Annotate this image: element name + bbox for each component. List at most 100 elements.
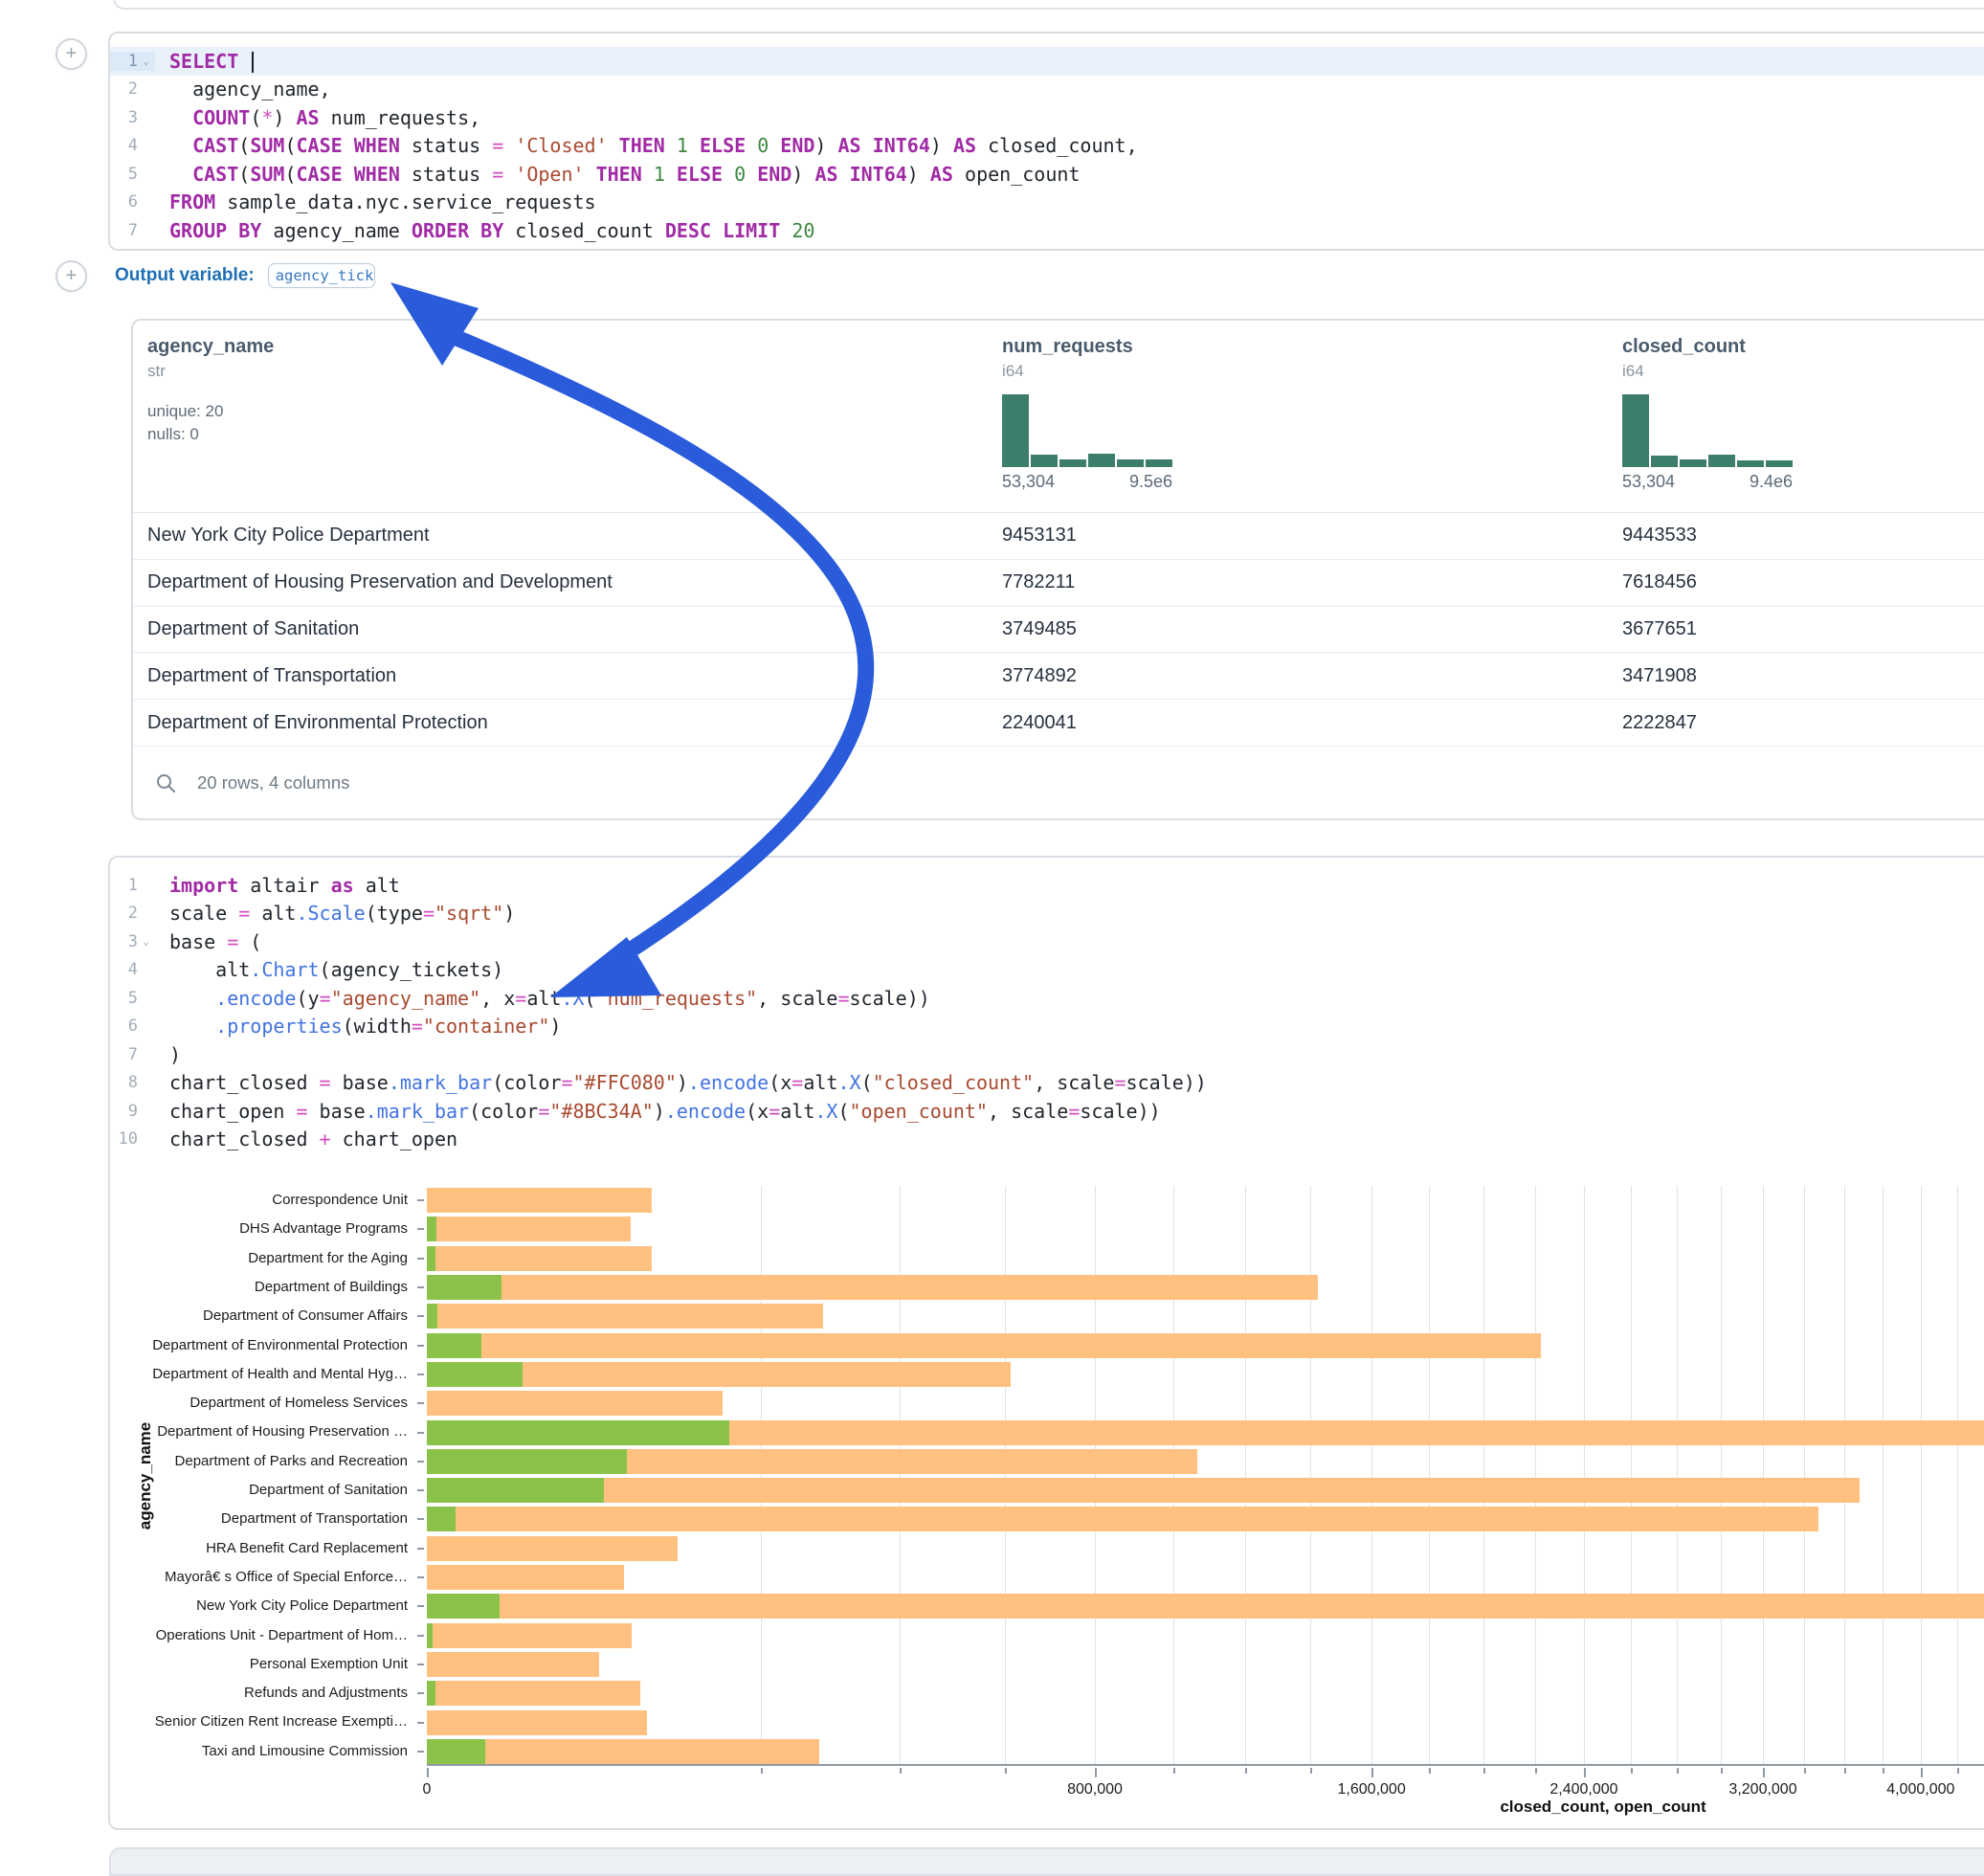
code-line[interactable]: 1⌄SELECT: [110, 47, 1984, 76]
y-tick-mark: [417, 1692, 424, 1694]
y-tick-mark: [417, 1751, 424, 1753]
gridline: [1173, 1186, 1174, 1764]
code-line[interactable]: 3 COUNT(*) AS num_requests,: [110, 103, 1984, 132]
column-header-num_requests[interactable]: num_requestsi6453,3049.5e6: [1002, 321, 1622, 512]
code-line[interactable]: 6FROM sample_data.nyc.service_requests: [110, 189, 1984, 217]
text-cursor: [252, 52, 254, 73]
y-tick-label: Department of Consumer Affairs: [203, 1302, 408, 1330]
y-tick-label: Taxi and Limousine Commission: [202, 1737, 408, 1766]
gridline: [1957, 1186, 1958, 1764]
histogram-bar: [1737, 460, 1764, 467]
add-cell-button-top[interactable]: +: [56, 38, 87, 70]
y-tick-mark: [417, 1605, 424, 1607]
code-line[interactable]: 3⌄base = (: [110, 927, 1984, 956]
table-cell: 2222847: [1622, 700, 1984, 746]
table-footer: 20 rows, 4 columns: [133, 747, 1984, 819]
chart-y-axis-title: agency_name: [136, 1422, 155, 1530]
bar-open-count: [427, 1420, 729, 1445]
x-tick-mark: [1844, 1768, 1846, 1774]
code-line[interactable]: 7): [110, 1040, 1984, 1069]
y-tick-label: Department of Environmental Protection: [152, 1331, 408, 1360]
column-header-agency_name[interactable]: agency_namestrunique: 20nulls: 0: [147, 321, 1002, 512]
table-row[interactable]: Department of Environmental Protection22…: [133, 700, 1984, 747]
bar-open-count: [427, 1623, 433, 1648]
y-tick-mark: [417, 1461, 424, 1463]
output-variable-label: Output variable:: [115, 265, 255, 286]
gridline: [1095, 1186, 1096, 1764]
code-line[interactable]: 5 .encode(y="agency_name", x=alt.X("num_…: [110, 984, 1984, 1013]
y-tick-label: Department of Homeless Services: [189, 1389, 408, 1418]
table-cell: 7618456: [1622, 560, 1984, 606]
bar-closed-count: [427, 1594, 1984, 1619]
code-line[interactable]: 8chart_closed = base.mark_bar(color="#FF…: [110, 1069, 1984, 1098]
bar-closed-count: [427, 1246, 652, 1271]
table-row[interactable]: Department of Housing Preservation and D…: [133, 560, 1984, 607]
y-tick-label: Department of Buildings: [255, 1273, 408, 1302]
histogram-bar: [1708, 455, 1735, 467]
next-cell-top-edge: [109, 1847, 1984, 1876]
bar-closed-count: [427, 1710, 647, 1735]
bar-open-count: [427, 1217, 436, 1241]
table-row[interactable]: Department of Sanitation37494853677651: [133, 607, 1984, 654]
code-line[interactable]: 5 CAST(SUM(CASE WHEN status = 'Open' THE…: [110, 160, 1984, 189]
code-line[interactable]: 4 alt.Chart(agency_tickets): [110, 956, 1984, 985]
collapse-chevron-icon[interactable]: ⌄: [140, 935, 149, 948]
y-tick-mark: [417, 1258, 424, 1260]
y-tick-label: HRA Benefit Card Replacement: [206, 1534, 408, 1563]
output-variable-badge[interactable]: agency_tickets: [268, 263, 375, 288]
x-tick-mark: [1371, 1768, 1373, 1777]
x-tick-mark: [900, 1768, 902, 1774]
code-line[interactable]: 7GROUP BY agency_name ORDER BY closed_co…: [110, 216, 1984, 245]
y-tick-mark: [417, 1489, 424, 1491]
x-tick-label: 0: [423, 1781, 432, 1798]
code-line[interactable]: 10chart_closed + chart_open: [110, 1126, 1984, 1154]
bar-closed-count: [427, 1217, 631, 1241]
bar-closed-count: [427, 1507, 1818, 1531]
x-tick-mark: [1584, 1768, 1586, 1777]
output-variable-row: Output variable: agency_tickets: [115, 262, 375, 289]
column-histogram: 53,3049.4e6: [1622, 394, 1793, 492]
code-line[interactable]: 4 CAST(SUM(CASE WHEN status = 'Closed' T…: [110, 132, 1984, 161]
y-tick-label: Correspondence Unit: [272, 1186, 408, 1215]
y-tick-mark: [417, 1664, 424, 1665]
histogram-bar: [1031, 455, 1058, 467]
gridline: [1844, 1186, 1845, 1764]
row-column-count: 20 rows, 4 columns: [197, 772, 349, 793]
bar-open-count: [427, 1478, 604, 1503]
histogram-bar: [1146, 459, 1172, 467]
table-cell: 9453131: [1002, 513, 1622, 559]
add-cell-button-middle[interactable]: +: [56, 260, 87, 292]
code-line[interactable]: 2 agency_name,: [110, 76, 1984, 104]
column-header-closed_count[interactable]: closed_counti6453,3049.4e6: [1622, 321, 1984, 512]
gridline: [1631, 1186, 1632, 1764]
chart-plot-area: [427, 1186, 1984, 1766]
histogram-bar: [1622, 394, 1649, 467]
search-icon[interactable]: [155, 772, 176, 793]
y-tick-mark: [417, 1518, 424, 1520]
bar-closed-count: [427, 1652, 599, 1677]
sql-cell[interactable]: 1⌄SELECT 2 agency_name,3 COUNT(*) AS num…: [108, 32, 1984, 251]
dataframe-preview-card: agency_namestrunique: 20nulls: 0num_requ…: [131, 319, 1984, 820]
table-cell: Department of Transportation: [147, 653, 1002, 699]
code-line[interactable]: 6 .properties(width="container"): [110, 1013, 1984, 1041]
bar-open-count: [427, 1275, 502, 1300]
table-row[interactable]: New York City Police Department945313194…: [133, 513, 1984, 560]
y-tick-mark: [417, 1576, 424, 1578]
y-tick-mark: [417, 1228, 424, 1230]
table-cell: New York City Police Department: [147, 513, 1002, 559]
code-line[interactable]: 9chart_open = base.mark_bar(color="#8BC3…: [110, 1097, 1984, 1126]
bar-closed-count: [427, 1304, 823, 1329]
x-tick-mark: [427, 1768, 429, 1777]
collapse-chevron-icon[interactable]: ⌄: [140, 55, 149, 67]
x-tick-label: 1,600,000: [1338, 1781, 1406, 1798]
sql-code-editor[interactable]: 1⌄SELECT 2 agency_name,3 COUNT(*) AS num…: [110, 34, 1984, 245]
code-line[interactable]: 1import altair as alt: [110, 871, 1984, 900]
table-row[interactable]: Department of Transportation377489234719…: [133, 653, 1984, 700]
bar-closed-count: [427, 1188, 652, 1213]
code-line[interactable]: 2scale = alt.Scale(type="sqrt"): [110, 900, 1984, 928]
x-tick-mark: [1883, 1768, 1884, 1774]
python-code-editor[interactable]: 1import altair as alt2scale = alt.Scale(…: [110, 858, 1984, 1153]
gridline: [1310, 1186, 1311, 1764]
x-tick-mark: [1173, 1768, 1175, 1774]
bar-open-count: [427, 1681, 435, 1706]
